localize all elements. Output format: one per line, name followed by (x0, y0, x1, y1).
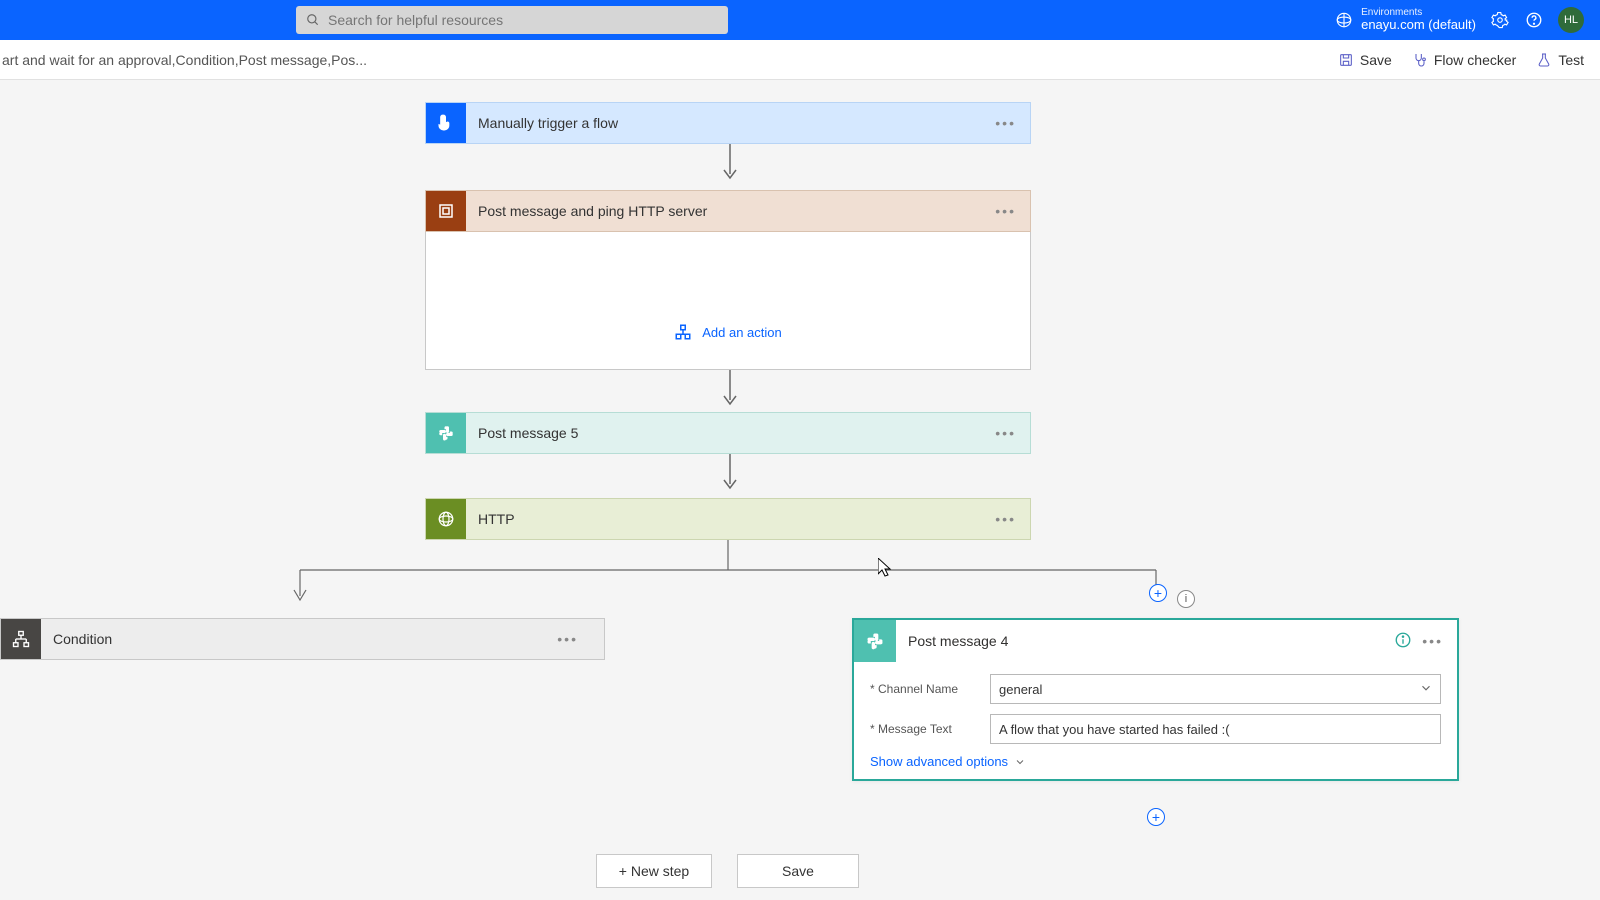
card-scope[interactable]: Post message and ping HTTP server ••• (425, 190, 1031, 232)
show-advanced-options[interactable]: Show advanced options (870, 754, 1441, 769)
settings-icon[interactable] (1490, 10, 1510, 30)
card-post-message-4-header[interactable]: Post message 4 ••• (854, 620, 1457, 662)
condition-icon (1, 619, 41, 659)
branch-connector (290, 540, 1190, 610)
add-step-button[interactable]: + (1147, 808, 1165, 826)
slack-icon (854, 620, 896, 662)
card-info-icon[interactable] (1394, 631, 1412, 652)
save-label: Save (1360, 52, 1392, 68)
environment-icon (1335, 11, 1353, 29)
card-post-message-4-menu[interactable]: ••• (1422, 633, 1443, 649)
card-post-message-4[interactable]: Post message 4 ••• Channel Name Message … (852, 618, 1459, 781)
card-post-message-4-body: Channel Name Message Text Show advanced … (854, 662, 1457, 779)
topbar-right: Environments enayu.com (default) HL (1335, 7, 1584, 33)
card-condition-menu[interactable]: ••• (557, 631, 578, 647)
message-text-input[interactable] (990, 714, 1441, 744)
message-text-label: Message Text (870, 722, 990, 736)
card-scope-menu[interactable]: ••• (995, 203, 1016, 219)
scope-body: Add an action (425, 232, 1031, 370)
flow-canvas[interactable]: Manually trigger a flow ••• Post message… (0, 80, 1600, 900)
flask-icon (1536, 52, 1552, 68)
search-icon (306, 13, 320, 27)
environment-name: enayu.com (default) (1361, 18, 1476, 32)
new-step-button[interactable]: + New step (596, 854, 712, 888)
card-http-menu[interactable]: ••• (995, 511, 1016, 527)
card-condition[interactable]: Condition ••• (0, 618, 605, 660)
channel-name-label: Channel Name (870, 682, 990, 696)
save-button[interactable]: Save (1338, 52, 1392, 68)
branch-info-icon[interactable]: i (1177, 590, 1195, 608)
environment-picker[interactable]: Environments enayu.com (default) (1335, 7, 1476, 32)
slack-icon (426, 413, 466, 453)
flow-checker-label: Flow checker (1434, 52, 1516, 68)
card-trigger-menu[interactable]: ••• (995, 115, 1016, 131)
add-action-icon (674, 323, 692, 341)
test-button[interactable]: Test (1536, 52, 1584, 68)
test-label: Test (1558, 52, 1584, 68)
command-bar: art and wait for an approval,Condition,P… (0, 40, 1600, 80)
save-flow-button[interactable]: Save (737, 854, 859, 888)
card-trigger[interactable]: Manually trigger a flow ••• (425, 102, 1031, 144)
avatar[interactable]: HL (1558, 7, 1584, 33)
help-icon[interactable] (1524, 10, 1544, 30)
stethoscope-icon (1412, 52, 1428, 68)
scope-icon (426, 191, 466, 231)
arrow-icon (723, 370, 737, 410)
card-post-message-5-title: Post message 5 (466, 425, 995, 441)
new-step-label: + New step (619, 863, 689, 879)
card-http[interactable]: HTTP ••• (425, 498, 1031, 540)
add-action-label: Add an action (702, 325, 782, 340)
card-http-title: HTTP (466, 511, 995, 527)
environment-label: Environments (1361, 7, 1476, 18)
card-post-message-5[interactable]: Post message 5 ••• (425, 412, 1031, 454)
add-action-button[interactable]: Add an action (674, 323, 782, 341)
card-post-message-4-title: Post message 4 (896, 633, 1394, 649)
insert-step-button[interactable]: + (1149, 584, 1167, 602)
search-input[interactable] (320, 6, 718, 34)
card-post-message-5-menu[interactable]: ••• (995, 425, 1016, 441)
flow-checker-button[interactable]: Flow checker (1412, 52, 1516, 68)
show-advanced-label: Show advanced options (870, 754, 1008, 769)
globe-icon (426, 499, 466, 539)
card-condition-title: Condition (41, 631, 557, 647)
card-trigger-title: Manually trigger a flow (466, 115, 995, 131)
chevron-down-icon (1014, 756, 1026, 768)
arrow-icon (723, 454, 737, 494)
top-bar: Environments enayu.com (default) HL (0, 0, 1600, 40)
channel-name-input[interactable] (990, 674, 1441, 704)
arrow-icon (723, 144, 737, 184)
save-flow-label: Save (782, 863, 814, 879)
search-box[interactable] (296, 6, 728, 34)
card-scope-title: Post message and ping HTTP server (466, 203, 995, 219)
save-icon (1338, 52, 1354, 68)
touch-icon (426, 103, 466, 143)
breadcrumb: art and wait for an approval,Condition,P… (2, 52, 367, 68)
